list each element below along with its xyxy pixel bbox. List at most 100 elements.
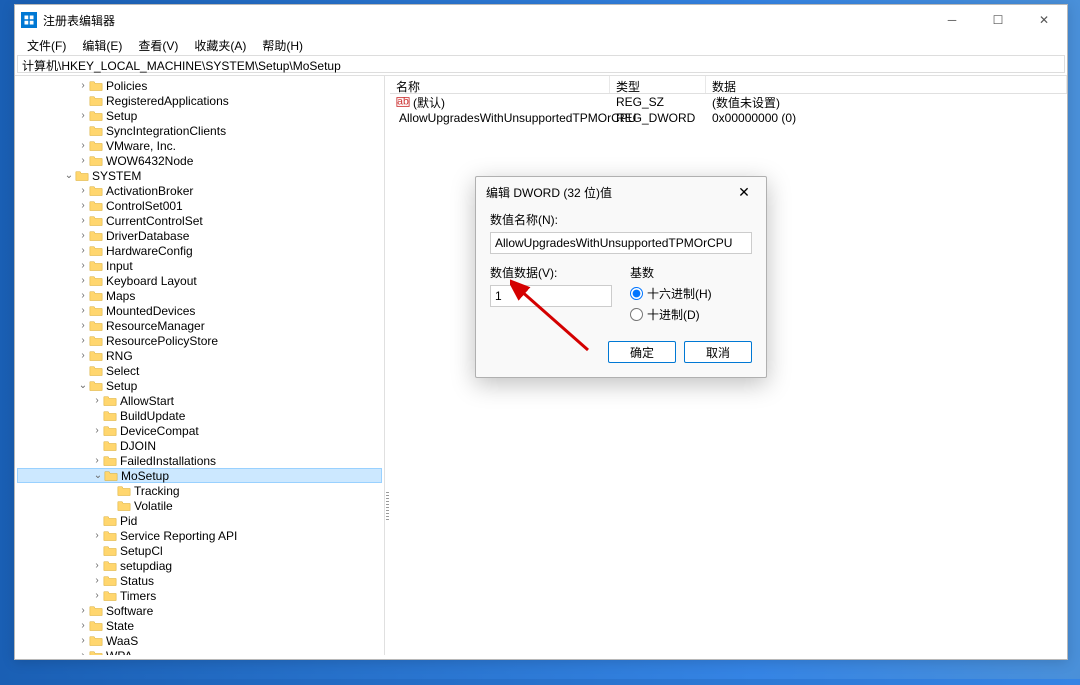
- chevron-icon[interactable]: [77, 155, 89, 166]
- chevron-icon[interactable]: [77, 80, 89, 91]
- tree-DJOIN[interactable]: DJOIN: [17, 438, 382, 453]
- folder-icon: [89, 290, 103, 302]
- tree-State[interactable]: State: [17, 618, 382, 633]
- chevron-icon[interactable]: [77, 305, 89, 316]
- tree-SetupCl[interactable]: SetupCl: [17, 543, 382, 558]
- tree-Volatile[interactable]: Volatile: [17, 498, 382, 513]
- radio-dec-row[interactable]: 十进制(D): [630, 306, 752, 323]
- dialog-close-button[interactable]: ✕: [732, 180, 756, 204]
- folder-icon: [103, 545, 117, 557]
- tree-setupdiag[interactable]: setupdiag: [17, 558, 382, 573]
- chevron-icon[interactable]: [77, 200, 89, 211]
- folder-icon: [103, 530, 117, 542]
- chevron-icon[interactable]: [77, 620, 89, 631]
- chevron-icon[interactable]: [77, 215, 89, 226]
- tree-DeviceCompat[interactable]: DeviceCompat: [17, 423, 382, 438]
- chevron-icon[interactable]: [77, 260, 89, 271]
- chevron-icon[interactable]: [77, 605, 89, 616]
- chevron-icon[interactable]: [63, 170, 75, 181]
- value-name-input[interactable]: [490, 232, 752, 254]
- tree-WPA[interactable]: WPA: [17, 648, 382, 655]
- ok-button[interactable]: 确定: [608, 341, 676, 363]
- tree-CurrentControlSet[interactable]: CurrentControlSet: [17, 213, 382, 228]
- tree-Policies[interactable]: Policies: [17, 78, 382, 93]
- tree-SYSTEM[interactable]: SYSTEM: [17, 168, 382, 183]
- chevron-icon[interactable]: [91, 395, 103, 406]
- tree-WaaS[interactable]: WaaS: [17, 633, 382, 648]
- col-name[interactable]: 名称: [390, 76, 610, 93]
- chevron-icon[interactable]: [92, 470, 104, 481]
- tree-HardwareConfig[interactable]: HardwareConfig: [17, 243, 382, 258]
- minimize-button[interactable]: ─: [929, 5, 975, 35]
- chevron-icon[interactable]: [77, 335, 89, 346]
- tree-RegisteredApplications[interactable]: RegisteredApplications: [17, 93, 382, 108]
- chevron-icon[interactable]: [77, 185, 89, 196]
- chevron-icon[interactable]: [91, 455, 103, 466]
- tree-SyncIntegrationClients[interactable]: SyncIntegrationClients: [17, 123, 382, 138]
- chevron-icon[interactable]: [77, 275, 89, 286]
- col-type[interactable]: 类型: [610, 76, 706, 93]
- chevron-icon[interactable]: [77, 380, 89, 391]
- tree-BuildUpdate[interactable]: BuildUpdate: [17, 408, 382, 423]
- tree-DriverDatabase[interactable]: DriverDatabase: [17, 228, 382, 243]
- tree-panel[interactable]: PoliciesRegisteredApplicationsSetupSyncI…: [15, 76, 385, 655]
- chevron-icon[interactable]: [77, 245, 89, 256]
- address-bar[interactable]: 计算机\HKEY_LOCAL_MACHINE\SYSTEM\Setup\MoSe…: [17, 55, 1065, 73]
- tree-ControlSet001[interactable]: ControlSet001: [17, 198, 382, 213]
- chevron-icon[interactable]: [77, 350, 89, 361]
- tree-Setup[interactable]: Setup: [17, 378, 382, 393]
- maximize-button[interactable]: ☐: [975, 5, 1021, 35]
- menu-帮助(H)[interactable]: 帮助(H): [254, 35, 311, 55]
- menu-文件(F)[interactable]: 文件(F): [19, 35, 74, 55]
- tree-ActivationBroker[interactable]: ActivationBroker: [17, 183, 382, 198]
- chevron-icon[interactable]: [91, 425, 103, 436]
- value-data-input[interactable]: [490, 285, 612, 307]
- tree-Setup[interactable]: Setup: [17, 108, 382, 123]
- tree-Service-Reporting-API[interactable]: Service Reporting API: [17, 528, 382, 543]
- chevron-icon[interactable]: [77, 290, 89, 301]
- base-label: 基数: [630, 264, 752, 281]
- menu-收藏夹(A)[interactable]: 收藏夹(A): [186, 35, 254, 55]
- tree-MoSetup[interactable]: MoSetup: [17, 468, 382, 483]
- tree-Pid[interactable]: Pid: [17, 513, 382, 528]
- chevron-icon[interactable]: [77, 650, 89, 655]
- menu-查看(V)[interactable]: 查看(V): [130, 35, 186, 55]
- radio-hex[interactable]: [630, 287, 643, 300]
- menubar: 文件(F)编辑(E)查看(V)收藏夹(A)帮助(H): [15, 35, 1067, 55]
- list-row[interactable]: ab(默认)REG_SZ(数值未设置): [390, 94, 1067, 110]
- chevron-icon[interactable]: [77, 110, 89, 121]
- close-button[interactable]: ✕: [1021, 5, 1067, 35]
- tree-Software[interactable]: Software: [17, 603, 382, 618]
- radio-dec[interactable]: [630, 308, 643, 321]
- tree-ResourcePolicyStore[interactable]: ResourcePolicyStore: [17, 333, 382, 348]
- chevron-icon[interactable]: [77, 635, 89, 646]
- chevron-icon[interactable]: [77, 320, 89, 331]
- chevron-icon[interactable]: [91, 575, 103, 586]
- folder-icon: [89, 380, 103, 392]
- tree-MountedDevices[interactable]: MountedDevices: [17, 303, 382, 318]
- chevron-icon[interactable]: [91, 530, 103, 541]
- edit-dword-dialog: 编辑 DWORD (32 位)值 ✕ 数值名称(N): 数值数据(V): 基数 …: [475, 176, 767, 378]
- chevron-icon[interactable]: [77, 140, 89, 151]
- chevron-icon[interactable]: [91, 590, 103, 601]
- menu-编辑(E)[interactable]: 编辑(E): [74, 35, 130, 55]
- tree-Select[interactable]: Select: [17, 363, 382, 378]
- list-row[interactable]: 011AllowUpgradesWithUnsupportedTPMOrCPUR…: [390, 110, 1067, 126]
- tree-FailedInstallations[interactable]: FailedInstallations: [17, 453, 382, 468]
- tree-WOW6432Node[interactable]: WOW6432Node: [17, 153, 382, 168]
- cancel-button[interactable]: 取消: [684, 341, 752, 363]
- tree-Status[interactable]: Status: [17, 573, 382, 588]
- tree-Input[interactable]: Input: [17, 258, 382, 273]
- chevron-icon[interactable]: [91, 560, 103, 571]
- tree-Keyboard-Layout[interactable]: Keyboard Layout: [17, 273, 382, 288]
- tree-AllowStart[interactable]: AllowStart: [17, 393, 382, 408]
- chevron-icon[interactable]: [77, 230, 89, 241]
- radio-hex-row[interactable]: 十六进制(H): [630, 285, 752, 302]
- col-data[interactable]: 数据: [706, 76, 1067, 93]
- tree-VMware,-Inc.[interactable]: VMware, Inc.: [17, 138, 382, 153]
- tree-ResourceManager[interactable]: ResourceManager: [17, 318, 382, 333]
- tree-RNG[interactable]: RNG: [17, 348, 382, 363]
- tree-Timers[interactable]: Timers: [17, 588, 382, 603]
- tree-Maps[interactable]: Maps: [17, 288, 382, 303]
- tree-Tracking[interactable]: Tracking: [17, 483, 382, 498]
